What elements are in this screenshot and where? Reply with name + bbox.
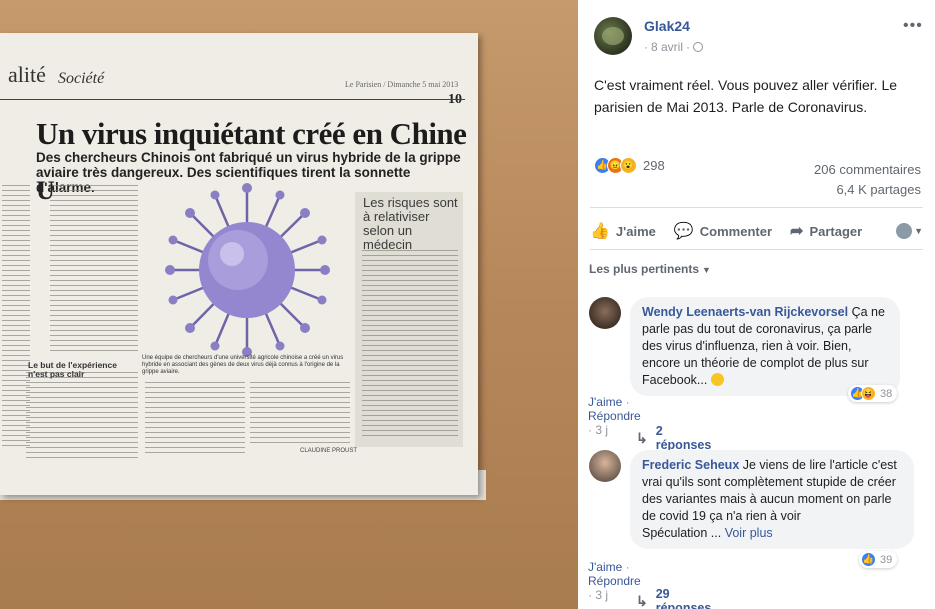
commenter-avatar[interactable] [589, 297, 621, 329]
comment-like-link[interactable]: J'aime [588, 560, 622, 574]
comments-count[interactable]: 206 commentaires [814, 160, 921, 180]
reaction-count: 298 [643, 158, 665, 173]
newspaper-headline: Un virus inquiétant créé en Chine [36, 116, 467, 151]
newspaper-header: Le Parisien / Dimanche 5 mai 2013 [345, 80, 459, 89]
article-column-3 [250, 382, 350, 444]
comment-reply-link[interactable]: Répondre [588, 409, 641, 423]
divider [590, 207, 923, 208]
sort-label: Les plus pertinents [589, 262, 700, 276]
post-actions: 👍 J'aime 💬 Commenter ➦ Partager ▼ [590, 216, 923, 246]
view-replies-link[interactable]: ↳ 29 réponses [636, 587, 711, 609]
reply-arrow-icon: ↳ [636, 429, 648, 446]
share-button[interactable]: ➦ Partager [790, 221, 862, 241]
comment-text-continued: Spéculation ... [642, 526, 722, 540]
audience-avatar-icon [896, 223, 913, 239]
post-text: C'est vraiment réel. Vous pouvez aller v… [594, 77, 898, 115]
reaction-summary[interactable]: 👍 😠 😮 298 [594, 157, 665, 174]
replies-count: 2 réponses [655, 424, 712, 452]
comment-bubble: Frederic Seheux Je viens de lire l'artic… [630, 450, 914, 549]
thumbs-up-icon: 👍 [590, 223, 610, 240]
photo-caption: Une équipe de chercheurs d'une universit… [142, 355, 344, 375]
commenter-avatar[interactable] [589, 450, 621, 482]
screen: alité Société Le Parisien / Dimanche 5 m… [0, 0, 935, 609]
wow-reaction-icon: 😮 [620, 157, 637, 174]
sidebar-text [362, 250, 458, 440]
comment-like-link[interactable]: J'aime [588, 395, 622, 409]
newspaper-section-title: alité [8, 62, 46, 87]
comment-label: Commenter [699, 223, 773, 239]
sidebar-title: Les risques sont à relativiser selon un … [363, 195, 458, 252]
replies-count: 29 réponses [655, 587, 712, 609]
comment-actions: J'aime · Répondre · 3 j [588, 395, 641, 437]
newspaper-rule [0, 99, 465, 100]
comment-time[interactable]: 3 j [595, 423, 608, 437]
reply-arrow-icon: ↳ [636, 592, 648, 609]
audience-selector[interactable]: ▼ [896, 223, 923, 239]
globe-icon [693, 42, 704, 52]
laugh-reaction-icon: 😝 [861, 386, 876, 401]
comment-icon: 💬 [673, 223, 694, 240]
like-button[interactable]: 👍 J'aime [590, 221, 656, 241]
post-meta: · 8 avril · [644, 40, 704, 54]
chevron-down-icon: ▼ [914, 226, 923, 236]
virus-illustration [165, 183, 330, 357]
comment-reaction-count: 39 [880, 553, 893, 566]
dot-separator: · [686, 40, 691, 54]
comment-time[interactable]: 3 j [595, 588, 608, 602]
dot-separator: · [644, 40, 648, 54]
commenter-name[interactable]: Wendy Leenaerts-van Rijckevorsel [642, 305, 848, 319]
post-photo[interactable]: alité Société Le Parisien / Dimanche 5 m… [0, 0, 578, 609]
more-options-icon[interactable]: ••• [903, 17, 923, 35]
see-more-link[interactable]: Voir plus [725, 526, 773, 540]
comment-reply-link[interactable]: Répondre [588, 574, 641, 588]
post-stats: 206 commentaires 6,4 K partages [814, 160, 921, 200]
like-label: J'aime [615, 223, 656, 239]
comment-reaction-count: 38 [880, 387, 893, 400]
like-reaction-icon: 👍 [861, 552, 876, 567]
comment-sort-dropdown[interactable]: Les plus pertinents ▼ [589, 262, 711, 276]
article-dropcap: U [36, 176, 55, 205]
share-label: Partager [809, 223, 863, 239]
comment-bubble: Wendy Leenaerts-van Rijckevorsel Ça ne p… [630, 297, 900, 396]
article-column-1 [50, 185, 138, 355]
shares-count[interactable]: 6,4 K partages [814, 180, 921, 200]
post-date[interactable]: 8 avril [651, 40, 683, 54]
comment-reactions[interactable]: 👍 39 [859, 551, 898, 568]
comment-actions: J'aime · Répondre · 3 j [588, 560, 641, 602]
article-column-2 [145, 382, 245, 454]
divider [590, 249, 923, 250]
post-author[interactable]: Glak24 [644, 18, 690, 34]
article-credit: CLAUDINE PROUST [300, 448, 358, 454]
chevron-down-icon: ▼ [702, 265, 711, 275]
view-replies-link[interactable]: ↳ 2 réponses [636, 424, 711, 452]
newspaper-page-number: 10 [448, 92, 462, 107]
comment-reactions[interactable]: 👍 😝 38 [848, 385, 898, 402]
newspaper-section-sub: Société [58, 70, 105, 87]
article-side-subhead: Le but de l'expérience n'est pas clair [28, 360, 117, 379]
comment-button[interactable]: 💬 Commenter [674, 221, 772, 241]
author-avatar[interactable] [594, 17, 632, 55]
share-icon: ➦ [790, 223, 804, 240]
commenter-name[interactable]: Frederic Seheux [642, 458, 739, 472]
post-panel: Glak24 · 8 avril · ••• C'est vraiment ré… [578, 0, 935, 609]
article-column-1b [26, 372, 138, 462]
grimace-emoji-icon [710, 373, 724, 386]
